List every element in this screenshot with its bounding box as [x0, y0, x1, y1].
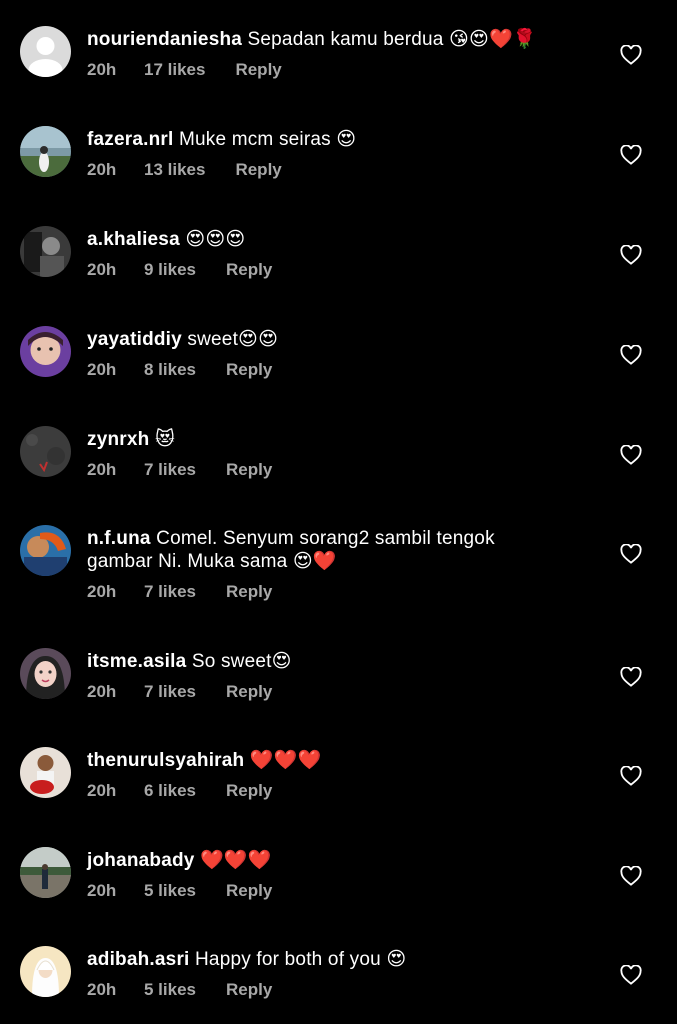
comment-meta: 20h 6 likes Reply — [87, 781, 557, 801]
comment-text: So sweet😍 — [191, 651, 292, 672]
heart-outline-icon[interactable] — [620, 345, 642, 365]
comment-body: thenurulsyahirah ❤️❤️❤️ 20h 6 likes Repl… — [87, 747, 557, 801]
heart-outline-icon[interactable] — [620, 145, 642, 165]
comment-meta: 20h 8 likes Reply — [87, 360, 557, 380]
comment-body: a.khaliesa 😍😍😍 20h 9 likes Reply — [87, 226, 557, 280]
comment-body: n.f.una Comel. Senyum sorang2 sambil ten… — [87, 525, 557, 602]
heart-outline-icon[interactable] — [620, 667, 642, 687]
comment-meta: 20h 5 likes Reply — [87, 980, 557, 1000]
username[interactable]: itsme.asila — [87, 651, 186, 672]
username[interactable]: nouriendaniesha — [87, 29, 242, 50]
comment-meta: 20h 7 likes Reply — [87, 460, 557, 480]
reply-button[interactable]: Reply — [226, 460, 272, 480]
avatar[interactable] — [20, 26, 71, 77]
likes-count[interactable]: 7 likes — [144, 460, 196, 480]
comment-text: ❤️❤️❤️ — [200, 850, 272, 871]
avatar[interactable] — [20, 525, 71, 576]
avatar[interactable] — [20, 126, 71, 177]
likes-count[interactable]: 17 likes — [144, 60, 205, 80]
avatar[interactable] — [20, 326, 71, 377]
username[interactable]: a.khaliesa — [87, 229, 180, 250]
reply-button[interactable]: Reply — [235, 160, 281, 180]
timestamp: 20h — [87, 360, 117, 379]
comment-meta: 20h 5 likes Reply — [87, 881, 557, 901]
comment-meta: 20h 7 likes Reply — [87, 682, 557, 702]
comment-text: 😻 — [154, 429, 175, 450]
comment-text: Sepadan kamu berdua 😘😍❤️🌹 — [247, 29, 537, 50]
heart-outline-icon[interactable] — [620, 544, 642, 564]
comment-text: Muke mcm seiras 😍 — [178, 129, 357, 150]
timestamp: 20h — [87, 460, 117, 479]
comment-text: 😍😍😍 — [185, 229, 246, 250]
timestamp: 20h — [87, 60, 117, 79]
reply-button[interactable]: Reply — [235, 60, 281, 80]
comment-body: yayatiddiy sweet😍😍 20h 8 likes Reply — [87, 326, 557, 380]
avatar[interactable] — [20, 426, 71, 477]
username[interactable]: adibah.asri — [87, 949, 190, 970]
avatar[interactable] — [20, 747, 71, 798]
username[interactable]: johanabady — [87, 850, 195, 871]
heart-outline-icon[interactable] — [620, 245, 642, 265]
comment-text: sweet😍😍 — [187, 329, 279, 350]
likes-count[interactable]: 7 likes — [144, 582, 196, 602]
comment-body: itsme.asila So sweet😍 20h 7 likes Reply — [87, 648, 557, 702]
likes-count[interactable]: 6 likes — [144, 781, 196, 801]
reply-button[interactable]: Reply — [226, 582, 272, 602]
reply-button[interactable]: Reply — [226, 360, 272, 380]
comment-meta: 20h 7 likes Reply — [87, 582, 557, 602]
likes-count[interactable]: 9 likes — [144, 260, 196, 280]
timestamp: 20h — [87, 260, 117, 279]
heart-outline-icon[interactable] — [620, 45, 642, 65]
comment-body: fazera.nrl Muke mcm seiras 😍 20h 13 like… — [87, 126, 557, 180]
reply-button[interactable]: Reply — [226, 781, 272, 801]
reply-button[interactable]: Reply — [226, 682, 272, 702]
comment-text: ❤️❤️❤️ — [249, 750, 322, 771]
heart-outline-icon[interactable] — [620, 445, 642, 465]
heart-outline-icon[interactable] — [620, 766, 642, 786]
timestamp: 20h — [87, 980, 117, 999]
timestamp: 20h — [87, 781, 117, 800]
timestamp: 20h — [87, 881, 117, 900]
likes-count[interactable]: 13 likes — [144, 160, 205, 180]
heart-outline-icon[interactable] — [620, 866, 642, 886]
likes-count[interactable]: 7 likes — [144, 682, 196, 702]
username[interactable]: thenurulsyahirah — [87, 750, 244, 771]
comment-body: johanabady ❤️❤️❤️ 20h 5 likes Reply — [87, 847, 557, 901]
likes-count[interactable]: 5 likes — [144, 980, 196, 1000]
reply-button[interactable]: Reply — [226, 980, 272, 1000]
username[interactable]: zynrxh — [87, 429, 149, 450]
comment-meta: 20h 17 likes Reply — [87, 60, 557, 80]
reply-button[interactable]: Reply — [226, 881, 272, 901]
avatar[interactable] — [20, 847, 71, 898]
username[interactable]: fazera.nrl — [87, 129, 173, 150]
avatar[interactable] — [20, 226, 71, 277]
comment-text: Happy for both of you 😍 — [195, 949, 407, 970]
heart-outline-icon[interactable] — [620, 965, 642, 985]
comment-body: adibah.asri Happy for both of you 😍 20h … — [87, 946, 557, 1000]
comment-meta: 20h 13 likes Reply — [87, 160, 557, 180]
reply-button[interactable]: Reply — [226, 260, 272, 280]
avatar[interactable] — [20, 648, 71, 699]
comment-body: nouriendaniesha Sepadan kamu berdua 😘😍❤️… — [87, 26, 557, 80]
likes-count[interactable]: 8 likes — [144, 360, 196, 380]
likes-count[interactable]: 5 likes — [144, 881, 196, 901]
timestamp: 20h — [87, 582, 117, 601]
timestamp: 20h — [87, 682, 117, 701]
timestamp: 20h — [87, 160, 117, 179]
comment-meta: 20h 9 likes Reply — [87, 260, 557, 280]
comment-body: zynrxh 😻 20h 7 likes Reply — [87, 426, 557, 480]
username[interactable]: yayatiddiy — [87, 329, 182, 350]
comment-list: nouriendaniesha Sepadan kamu berdua 😘😍❤️… — [0, 0, 677, 1024]
avatar[interactable] — [20, 946, 71, 997]
username[interactable]: n.f.una — [87, 528, 151, 549]
